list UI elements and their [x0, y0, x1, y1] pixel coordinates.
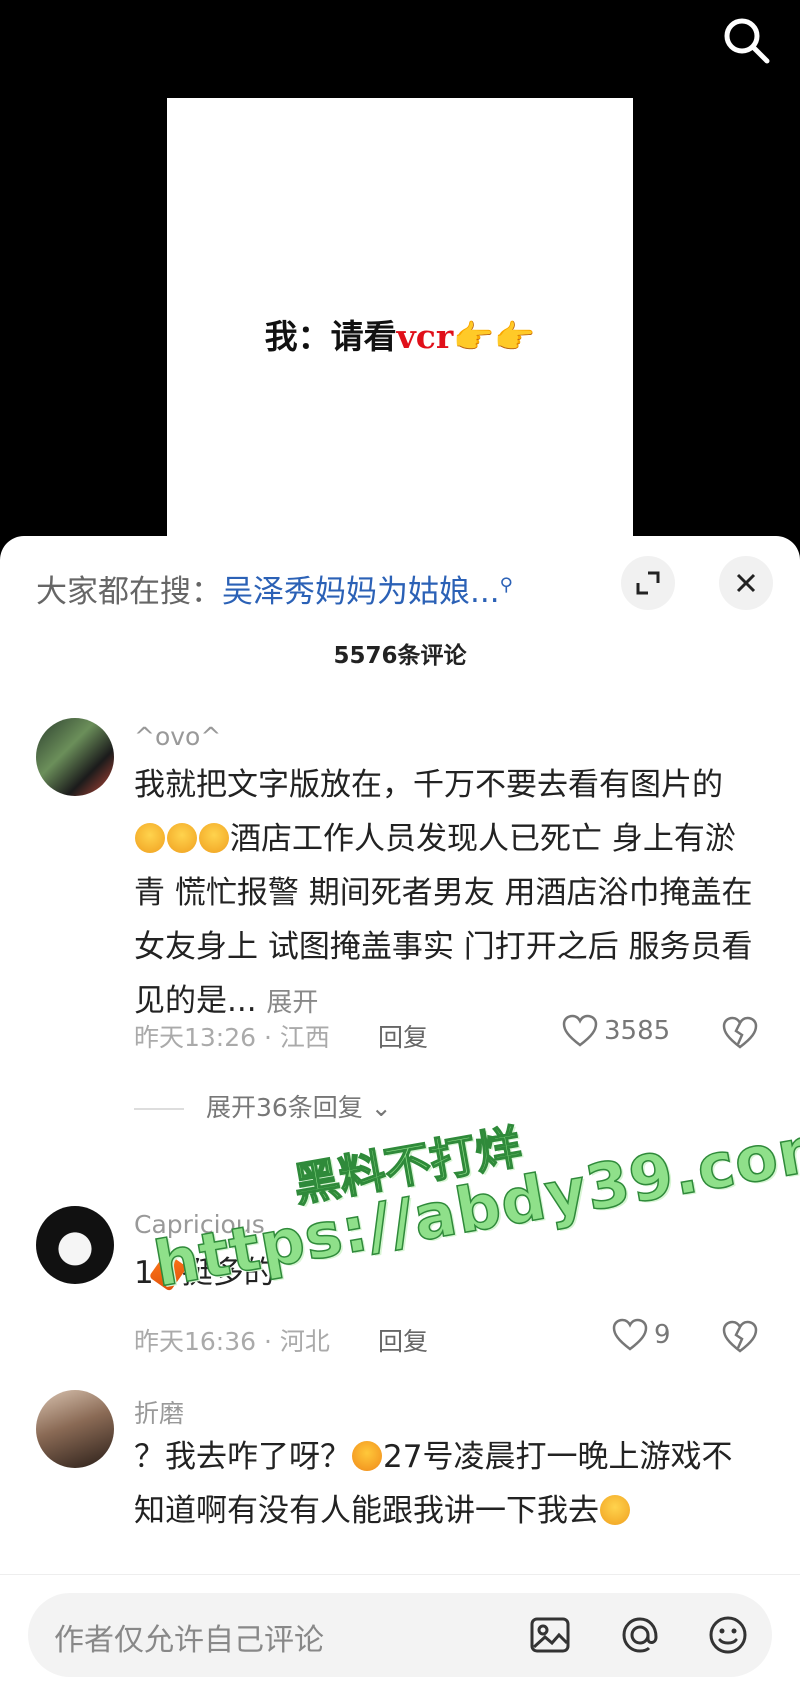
- comment-text-part: 我就把文字版放在，千万不要去看有图片的: [134, 767, 723, 803]
- video-frame: 我：请看vcr👉👉: [167, 98, 633, 568]
- divider: [134, 1108, 184, 1110]
- input-placeholder: 作者仅允许自己评论: [54, 1623, 324, 1658]
- avatar[interactable]: [36, 718, 114, 796]
- comment-username[interactable]: 折磨: [134, 1394, 184, 1430]
- comment-input-bar: 作者仅允许自己评论: [0, 1574, 800, 1699]
- like-button[interactable]: 9: [612, 1318, 671, 1352]
- emoji-button[interactable]: [706, 1613, 750, 1657]
- like-count: 3585: [604, 1016, 671, 1046]
- comment-sheet: 大家都在搜：吴泽秀妈妈为姑娘...⚲ 5576条评论 ^ovo^ 我就把文字版放…: [0, 536, 800, 1698]
- close-icon: [736, 573, 756, 593]
- heart-icon: [612, 1318, 648, 1351]
- reply-button[interactable]: 回复: [378, 1322, 428, 1358]
- broken-heart-icon: [722, 1016, 758, 1049]
- search-small-icon: ⚲: [499, 574, 513, 596]
- hot-search-label: 大家都在搜：: [36, 574, 222, 610]
- search-icon: [724, 18, 770, 64]
- video-area[interactable]: 我：请看vcr👉👉: [0, 0, 800, 568]
- comment-text-part: ？我去咋了呀？: [134, 1439, 351, 1475]
- comment-count: 5576条评论: [333, 643, 467, 669]
- expand-button[interactable]: [621, 556, 675, 610]
- comment-meta: 昨天16:36 · 河北: [134, 1327, 330, 1356]
- comment-input[interactable]: 作者仅允许自己评论: [28, 1593, 772, 1677]
- expand-text-link[interactable]: 展开: [266, 988, 318, 1018]
- reply-button[interactable]: 回复: [378, 1018, 428, 1054]
- like-count: 9: [654, 1320, 671, 1350]
- comment-text: 1 挺多的: [134, 1246, 754, 1300]
- dislike-button[interactable]: [722, 1320, 758, 1354]
- comment-text-part: 挺多的: [181, 1255, 275, 1291]
- pleading-emoji: [600, 1495, 630, 1525]
- expand-replies-button[interactable]: 展开36条回复 ⌄: [134, 1088, 392, 1124]
- comment-text: 我就把文字版放在，千万不要去看有图片的酒店工作人员发现人已死亡 身上有淤青 慌忙…: [134, 758, 754, 1030]
- mention-button[interactable]: [618, 1613, 662, 1657]
- video-caption-vcr: vcr: [396, 317, 454, 356]
- avatar[interactable]: [36, 1390, 114, 1468]
- image-icon: [530, 1617, 570, 1653]
- like-button[interactable]: 3585: [562, 1014, 670, 1048]
- avatar[interactable]: [36, 1206, 114, 1284]
- hot-search-query[interactable]: 吴泽秀妈妈为姑娘...: [222, 574, 500, 610]
- dislike-button[interactable]: [722, 1016, 758, 1050]
- expand-icon: [636, 571, 660, 595]
- comment-username[interactable]: Capricious: [134, 1210, 265, 1239]
- comment-text: ？我去咋了呀？ 27号凌晨打一晚上游戏不知道啊有没有人能跟我讲一下我去: [134, 1430, 754, 1538]
- hot-search[interactable]: 大家都在搜：吴泽秀妈妈为姑娘...⚲: [36, 566, 513, 611]
- broken-heart-icon: [722, 1320, 758, 1353]
- video-caption-prefix: 我：请看: [264, 317, 397, 356]
- crying-emoji: [167, 823, 197, 853]
- at-icon: [622, 1617, 658, 1653]
- image-button[interactable]: [528, 1613, 572, 1657]
- comment-text-part: 酒店工作人员发现人已死亡 身上有淤青 慌忙报警 期间死者男友 用酒店浴巾掩盖在女…: [134, 821, 753, 1019]
- crying-emoji: [199, 823, 229, 853]
- smirk-emoji: [352, 1441, 382, 1471]
- expand-replies-label: 展开36条回复: [206, 1093, 363, 1122]
- video-caption: 我：请看vcr👉👉: [167, 310, 633, 358]
- emoji-icon: [709, 1616, 747, 1654]
- pointing-emoji: 👉👉: [453, 317, 536, 356]
- comment-username[interactable]: ^ovo^: [134, 722, 221, 751]
- heart-icon: [562, 1014, 598, 1047]
- crying-emoji: [135, 823, 165, 853]
- search-button[interactable]: [720, 14, 772, 66]
- close-button[interactable]: [719, 556, 773, 610]
- comment-meta: 昨天13:26 · 江西: [134, 1023, 330, 1052]
